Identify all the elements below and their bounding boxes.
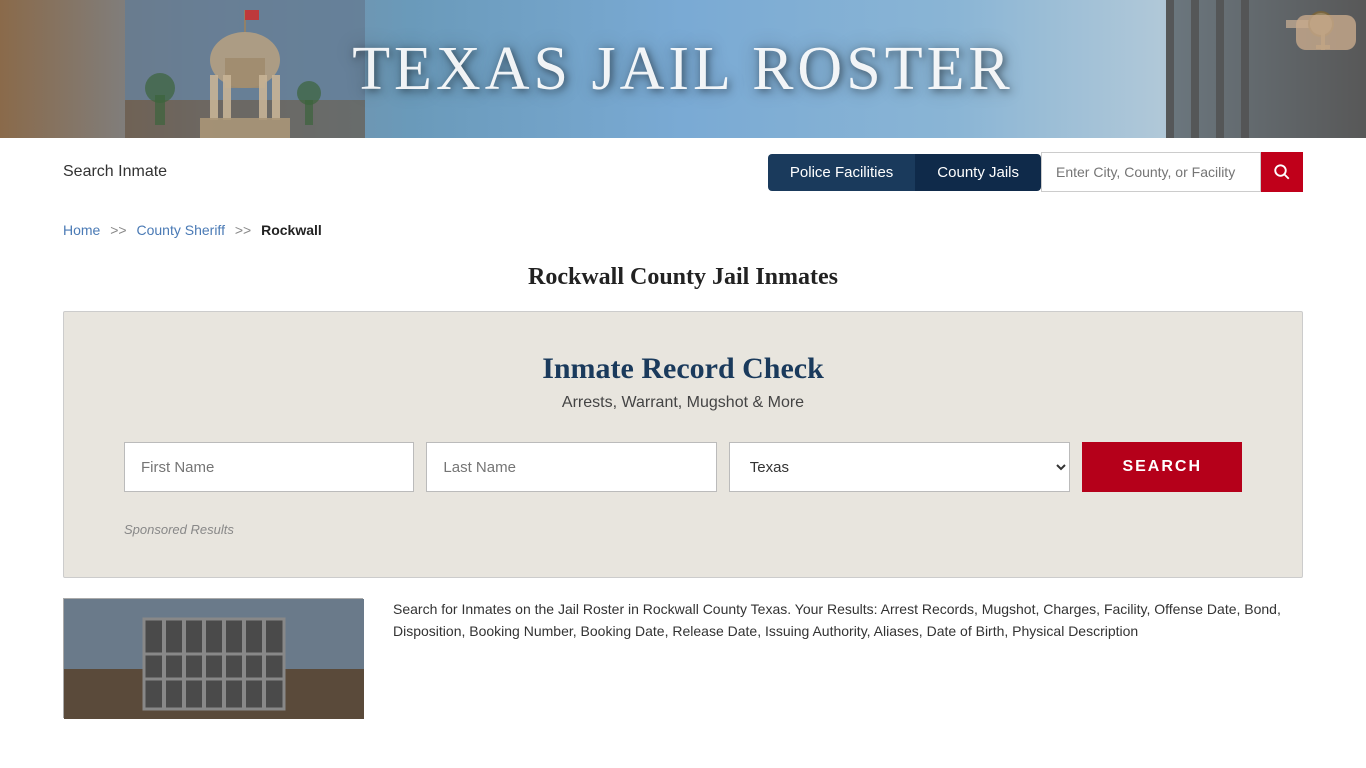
- jail-image: [63, 598, 363, 718]
- page-title: Rockwall County Jail Inmates: [0, 264, 1366, 291]
- bottom-description: Search for Inmates on the Jail Roster in…: [393, 598, 1303, 643]
- header-banner: Texas Jail Roster: [0, 0, 1366, 138]
- site-title: Texas Jail Roster: [352, 34, 1014, 105]
- record-check-form: Texas Alabama Alaska Arizona Arkansas Ca…: [124, 442, 1242, 492]
- record-search-button[interactable]: SEARCH: [1082, 442, 1242, 492]
- breadcrumb-sep-2: >>: [235, 222, 251, 238]
- last-name-input[interactable]: [426, 442, 716, 492]
- breadcrumb: Home >> County Sheriff >> Rockwall: [0, 206, 1366, 254]
- record-check-title: Inmate Record Check: [124, 352, 1242, 386]
- breadcrumb-county-sheriff[interactable]: County Sheriff: [137, 222, 225, 238]
- keys-image: [1166, 0, 1366, 138]
- state-select[interactable]: Texas Alabama Alaska Arizona Arkansas Ca…: [729, 442, 1071, 492]
- bottom-section: Search for Inmates on the Jail Roster in…: [63, 598, 1303, 718]
- police-facilities-button[interactable]: Police Facilities: [768, 154, 915, 191]
- breadcrumb-current: Rockwall: [261, 222, 322, 238]
- breadcrumb-sep-1: >>: [110, 222, 126, 238]
- first-name-input[interactable]: [124, 442, 414, 492]
- record-check-subtitle: Arrests, Warrant, Mugshot & More: [124, 394, 1242, 412]
- search-inmate-label: Search Inmate: [63, 163, 167, 181]
- capitol-image: [125, 0, 365, 138]
- facility-search-button[interactable]: [1261, 152, 1303, 192]
- nav-right: Police Facilities County Jails: [768, 152, 1303, 192]
- facility-search-input[interactable]: [1041, 152, 1261, 192]
- breadcrumb-home[interactable]: Home: [63, 222, 100, 238]
- nav-bar: Search Inmate Police Facilities County J…: [0, 138, 1366, 206]
- search-icon: [1273, 163, 1291, 181]
- sponsored-results-label: Sponsored Results: [124, 522, 1242, 537]
- county-jails-button[interactable]: County Jails: [915, 154, 1041, 191]
- record-check-box: Inmate Record Check Arrests, Warrant, Mu…: [63, 311, 1303, 578]
